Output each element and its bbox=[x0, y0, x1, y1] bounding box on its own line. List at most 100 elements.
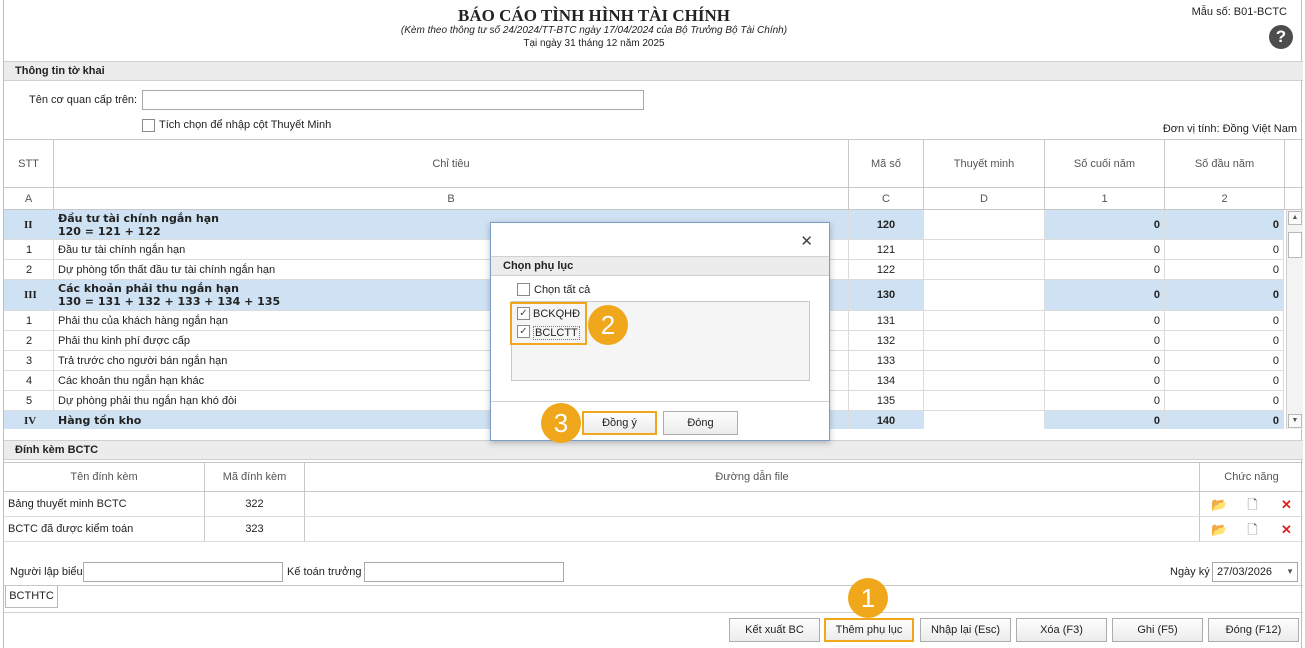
cell-explanation[interactable] bbox=[924, 240, 1045, 259]
close-icon[interactable]: ✕ bbox=[800, 232, 813, 250]
step-marker-2: 2 bbox=[588, 305, 628, 345]
scroll-down-icon[interactable]: ▼ bbox=[1288, 414, 1302, 428]
cell-code: 133 bbox=[849, 351, 924, 370]
cell-year-start[interactable]: 0 bbox=[1165, 331, 1284, 350]
attachment-code: 323 bbox=[205, 517, 305, 541]
cell-explanation[interactable] bbox=[924, 411, 1045, 429]
step-marker-3: 3 bbox=[541, 403, 581, 443]
open-folder-icon[interactable]: 📂 bbox=[1211, 497, 1227, 512]
select-all-checkbox[interactable] bbox=[517, 283, 530, 296]
cell-year-end[interactable]: 0 bbox=[1045, 260, 1165, 279]
report-date: Tại ngày 31 tháng 12 năm 2025 bbox=[523, 38, 665, 49]
chief-accountant-label: Kế toán trưởng bbox=[287, 566, 362, 578]
sign-date-picker[interactable]: 27/03/2026 ▼ bbox=[1212, 562, 1298, 582]
help-icon[interactable]: ? bbox=[1269, 25, 1293, 49]
cell-year-end[interactable]: 0 bbox=[1045, 351, 1165, 370]
cell-year-start[interactable]: 0 bbox=[1165, 260, 1284, 279]
cell-code: 120 bbox=[849, 210, 924, 239]
report-subtitle: (Kèm theo thông tư số 24/2024/TT-BTC ngà… bbox=[400, 25, 788, 36]
cell-year-start[interactable]: 0 bbox=[1165, 371, 1284, 390]
close-button[interactable]: Đóng (F12) bbox=[1208, 618, 1299, 642]
cell-year-start[interactable]: 0 bbox=[1165, 210, 1284, 239]
preparer-input[interactable] bbox=[83, 562, 283, 582]
cell-year-end[interactable]: 0 bbox=[1045, 210, 1165, 239]
view-file-icon[interactable]: 🗋 bbox=[1245, 497, 1260, 512]
parent-agency-label: Tên cơ quan cấp trên: bbox=[29, 94, 138, 106]
cell-explanation[interactable] bbox=[924, 280, 1045, 310]
tab-bcthtc[interactable]: BCTHTC bbox=[5, 586, 58, 608]
footer-divider bbox=[4, 612, 1303, 613]
cell-explanation[interactable] bbox=[924, 311, 1045, 330]
cell-stt: II bbox=[4, 210, 54, 239]
highlight-options bbox=[510, 302, 587, 345]
col-header-code[interactable]: Mã số bbox=[849, 140, 924, 187]
att-col-code: Mã đính kèm bbox=[205, 463, 305, 491]
attachment-path[interactable] bbox=[305, 492, 1200, 516]
cell-code: 131 bbox=[849, 311, 924, 330]
cell-year-end[interactable]: 0 bbox=[1045, 311, 1165, 330]
cell-code: 135 bbox=[849, 391, 924, 410]
info-section-title: Thông tin tờ khai bbox=[4, 61, 1303, 81]
view-file-icon[interactable]: 🗋 bbox=[1245, 522, 1260, 537]
add-appendix-button[interactable]: Thêm phụ lục bbox=[824, 618, 914, 642]
cell-code: 122 bbox=[849, 260, 924, 279]
att-col-name: Tên đính kèm bbox=[4, 463, 205, 491]
cell-year-end[interactable]: 0 bbox=[1045, 331, 1165, 350]
open-folder-icon[interactable]: 📂 bbox=[1211, 522, 1227, 537]
cell-explanation[interactable] bbox=[924, 371, 1045, 390]
cell-explanation[interactable] bbox=[924, 351, 1045, 370]
cell-year-end[interactable]: 0 bbox=[1045, 391, 1165, 410]
dialog-title: Chọn phụ lục bbox=[491, 256, 829, 276]
cell-year-end[interactable]: 0 bbox=[1045, 371, 1165, 390]
attachment-path[interactable] bbox=[305, 517, 1200, 541]
cell-code: 121 bbox=[849, 240, 924, 259]
attachment-row: Bảng thuyết minh BCTC 322 📂 🗋 ✕ bbox=[4, 492, 1303, 517]
cell-explanation[interactable] bbox=[924, 260, 1045, 279]
col-letter-b: B bbox=[54, 188, 849, 209]
col-header-year-end[interactable]: Số cuối năm bbox=[1045, 140, 1165, 187]
cell-year-start[interactable]: 0 bbox=[1165, 391, 1284, 410]
dialog-close-button[interactable]: Đóng bbox=[663, 411, 738, 435]
col-letter-c: C bbox=[849, 188, 924, 209]
cell-explanation[interactable] bbox=[924, 331, 1045, 350]
grid-letter-row: A B C D 1 2 bbox=[4, 188, 1303, 210]
attachment-row: BCTC đã được kiểm toán 323 📂 🗋 ✕ bbox=[4, 517, 1303, 542]
cell-code: 140 bbox=[849, 411, 924, 429]
chief-accountant-input[interactable] bbox=[364, 562, 564, 582]
ok-button[interactable]: Đồng ý bbox=[582, 411, 657, 435]
col-letter-d: D bbox=[924, 188, 1045, 209]
export-button[interactable]: Kết xuất BC bbox=[729, 618, 820, 642]
cell-code: 134 bbox=[849, 371, 924, 390]
cell-year-end[interactable]: 0 bbox=[1045, 280, 1165, 310]
cell-year-end[interactable]: 0 bbox=[1045, 240, 1165, 259]
col-header-stt[interactable]: STT bbox=[4, 140, 54, 187]
save-button[interactable]: Ghi (F5) bbox=[1112, 618, 1203, 642]
cell-year-start[interactable]: 0 bbox=[1165, 351, 1284, 370]
explain-column-checkbox[interactable] bbox=[142, 119, 155, 132]
cell-stt: IV bbox=[4, 411, 54, 429]
scroll-up-icon[interactable]: ▲ bbox=[1288, 211, 1302, 225]
delete-file-icon[interactable]: ✕ bbox=[1279, 522, 1294, 537]
cell-year-start[interactable]: 0 bbox=[1165, 311, 1284, 330]
parent-agency-input[interactable] bbox=[142, 90, 644, 110]
cell-stt: 2 bbox=[4, 260, 54, 279]
scroll-thumb[interactable] bbox=[1288, 232, 1302, 258]
cell-explanation[interactable] bbox=[924, 210, 1045, 239]
delete-button[interactable]: Xóa (F3) bbox=[1016, 618, 1107, 642]
cell-year-end[interactable]: 0 bbox=[1045, 411, 1165, 429]
cell-stt: 3 bbox=[4, 351, 54, 370]
cell-year-start[interactable]: 0 bbox=[1165, 280, 1284, 310]
cell-year-start[interactable]: 0 bbox=[1165, 240, 1284, 259]
reenter-button[interactable]: Nhập lại (Esc) bbox=[920, 618, 1011, 642]
grid-scrollbar[interactable]: ▲ ▼ bbox=[1286, 210, 1303, 429]
col-letter-1: 1 bbox=[1045, 188, 1165, 209]
cell-explanation[interactable] bbox=[924, 391, 1045, 410]
explain-column-label: Tích chọn để nhập cột Thuyết Minh bbox=[159, 119, 332, 131]
col-header-year-start[interactable]: Số đầu năm bbox=[1165, 140, 1285, 187]
chevron-down-icon[interactable]: ▼ bbox=[1286, 563, 1294, 581]
col-header-explanation[interactable]: Thuyết minh bbox=[924, 140, 1045, 187]
report-title: BÁO CÁO TÌNH HÌNH TÀI CHÍNH bbox=[458, 6, 730, 25]
cell-year-start[interactable]: 0 bbox=[1165, 411, 1284, 429]
delete-file-icon[interactable]: ✕ bbox=[1279, 497, 1294, 512]
col-header-indicator[interactable]: Chỉ tiêu bbox=[54, 140, 849, 187]
